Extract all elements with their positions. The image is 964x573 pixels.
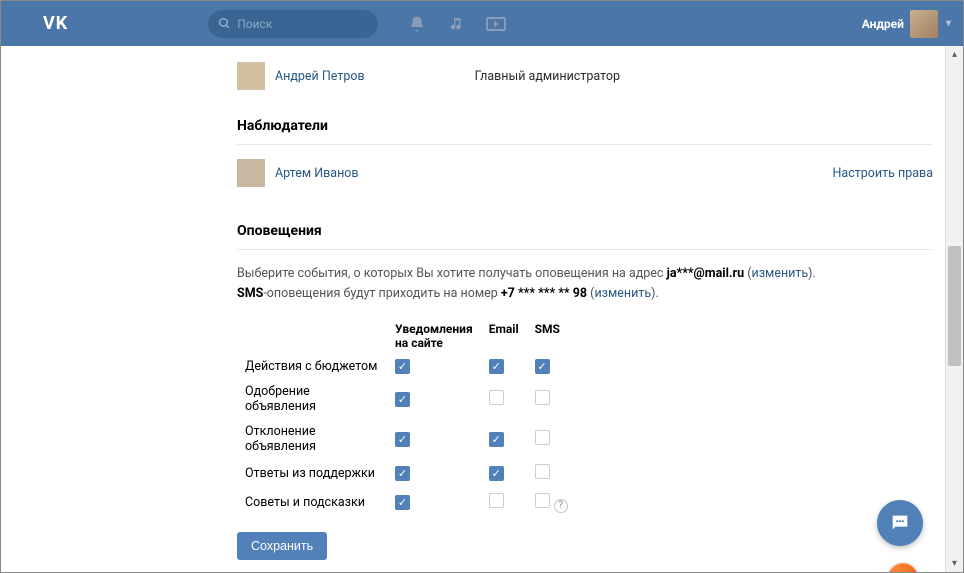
row-label: Одобрение объявления: [237, 379, 387, 419]
checkbox[interactable]: [535, 390, 550, 405]
checkbox[interactable]: [489, 359, 504, 374]
vk-logo[interactable]: VK: [43, 13, 68, 34]
checkbox[interactable]: [489, 493, 504, 508]
checkbox[interactable]: [535, 464, 550, 479]
checkbox[interactable]: [395, 359, 410, 374]
chevron-down-icon: ▾: [946, 18, 951, 29]
observer-avatar: [237, 159, 265, 187]
vertical-scrollbar[interactable]: ▴ ▾: [945, 46, 963, 572]
table-row: Ответы из поддержки: [237, 459, 587, 488]
search-input[interactable]: Поиск: [208, 10, 378, 38]
checkbox[interactable]: [489, 432, 504, 447]
video-icon[interactable]: [486, 17, 506, 31]
notifications-description: Выберите события, о которых Вы хотите по…: [237, 250, 933, 308]
table-row: Действия с бюджетом: [237, 354, 587, 379]
admin-name-link[interactable]: Андрей Петров: [275, 69, 365, 84]
scrollbar-thumb[interactable]: [948, 246, 961, 366]
music-icon[interactable]: [448, 16, 464, 32]
row-label: Отклонение объявления: [237, 419, 387, 459]
row-label: Советы и подсказки: [237, 488, 387, 518]
annotation-badge-1: 1: [888, 563, 918, 573]
observers-heading: Наблюдатели: [237, 96, 933, 145]
configure-rights-link[interactable]: Настроить права: [832, 166, 933, 181]
col-email: Email: [481, 318, 527, 354]
user-name: Андрей: [862, 17, 904, 31]
checkbox[interactable]: [535, 493, 550, 508]
checkbox[interactable]: [395, 392, 410, 407]
avatar: [910, 10, 938, 38]
bell-icon[interactable]: [408, 15, 426, 33]
scroll-up-arrow[interactable]: ▴: [946, 46, 963, 63]
checkbox[interactable]: [489, 390, 504, 405]
table-row: Отклонение объявления: [237, 419, 587, 459]
site-header: VK Поиск Андрей ▾: [1, 1, 963, 46]
chat-fab[interactable]: [877, 500, 923, 546]
search-placeholder: Поиск: [237, 17, 272, 31]
checkbox[interactable]: [489, 466, 504, 481]
checkbox[interactable]: [395, 432, 410, 447]
user-menu[interactable]: Андрей ▾: [862, 10, 951, 38]
row-label: Ответы из поддержки: [237, 459, 387, 488]
checkbox[interactable]: [535, 359, 550, 374]
col-sms: SMS: [527, 318, 587, 354]
notifications-table: Уведомления на сайте Email SMS Действия …: [237, 318, 587, 518]
change-email-link[interactable]: изменить: [751, 266, 808, 281]
notifications-heading: Оповещения: [237, 201, 933, 250]
checkbox[interactable]: [395, 466, 410, 481]
table-row: Одобрение объявления: [237, 379, 587, 419]
admin-row: Андрей Петров Главный администратор: [237, 46, 933, 96]
admin-avatar: [237, 62, 265, 90]
help-icon[interactable]: ?: [554, 499, 568, 513]
observer-name-link[interactable]: Артем Иванов: [275, 166, 359, 181]
checkbox[interactable]: [535, 430, 550, 445]
row-label: Действия с бюджетом: [237, 354, 387, 379]
col-site: Уведомления на сайте: [387, 318, 481, 354]
scroll-down-arrow[interactable]: ▾: [946, 555, 963, 572]
save-notifications-button[interactable]: Сохранить: [237, 532, 327, 560]
search-icon: [218, 17, 231, 30]
table-row: Советы и подсказки?: [237, 488, 587, 518]
chat-icon: [889, 512, 911, 534]
change-phone-link[interactable]: изменить: [594, 286, 651, 301]
checkbox[interactable]: [395, 495, 410, 510]
admin-role: Главный администратор: [475, 69, 620, 84]
